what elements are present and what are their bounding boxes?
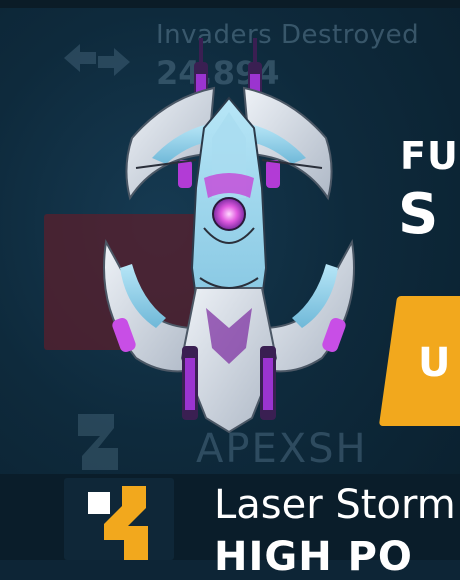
promo-title-small: FU	[400, 134, 459, 178]
perk-name: Laser Storm	[214, 482, 456, 528]
perk-icon-tile	[64, 478, 174, 560]
promo-title-large: S	[398, 182, 439, 247]
laser-storm-icon	[88, 486, 148, 560]
spaceship-sprite	[103, 38, 355, 434]
perk-tier: HIGH PO	[214, 534, 413, 580]
upgrade-button-label[interactable]: U	[418, 340, 450, 386]
top-strip	[0, 0, 460, 8]
